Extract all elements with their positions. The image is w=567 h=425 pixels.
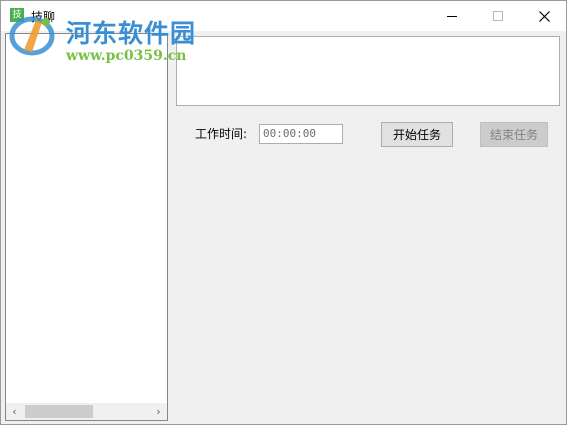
stop-task-button[interactable]: 结束任务 [480,122,548,147]
close-button[interactable] [521,1,567,31]
minimize-button[interactable] [429,1,475,31]
title-bar[interactable]: 技 技聊 [1,1,566,31]
scroll-left-arrow[interactable]: ‹ [6,403,23,420]
window-title: 技聊 [31,10,56,24]
work-time-label: 工作时间: [195,127,248,141]
scroll-right-arrow[interactable]: › [150,403,167,420]
minimize-icon [447,16,457,17]
maximize-icon [493,11,503,21]
work-time-field[interactable]: 00:00:00 [259,124,343,144]
scroll-thumb[interactable] [25,405,93,418]
close-icon [538,10,550,22]
horizontal-scrollbar[interactable]: ‹ › [6,403,167,420]
maximize-button[interactable] [475,1,521,31]
app-window: 技 技聊 ‹ › 工作时间: 00:00:00 开始任务 结束任务 [0,0,567,425]
app-icon: 技 [10,8,24,22]
tree-panel[interactable]: ‹ › [5,33,168,421]
start-task-button[interactable]: 开始任务 [381,122,453,147]
message-textbox[interactable] [176,36,560,106]
